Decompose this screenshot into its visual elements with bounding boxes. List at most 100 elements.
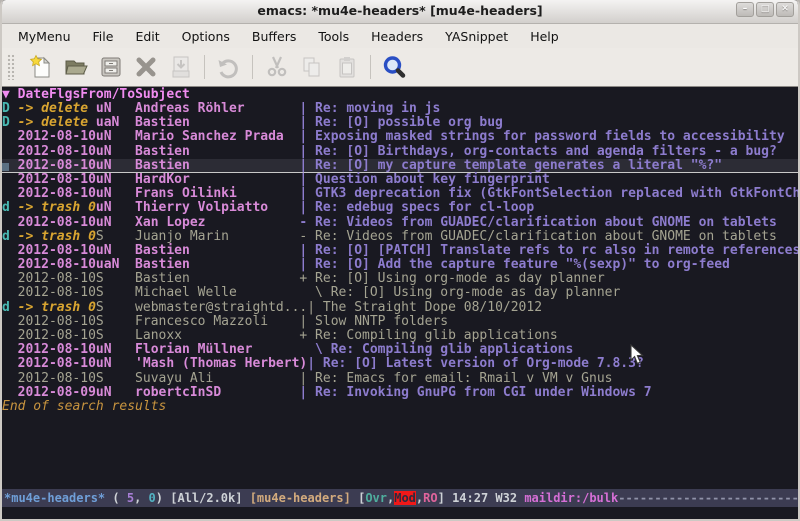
point-cursor [2,163,9,171]
copy-button[interactable] [297,52,327,82]
message-row[interactable]: 2012-08-10SFrancesco Mazzoli| Slow NNTP … [2,315,798,329]
date-cell: 2012-08-10 [18,130,96,144]
menu-options[interactable]: Options [171,26,241,47]
toolbar-grip[interactable] [7,54,16,80]
from-cell: Bastien [135,159,299,173]
from-cell: Florian Müllner [135,343,299,357]
modeline-segment-maildir: maildir:/bulk [524,491,618,505]
new-file-icon [28,54,54,80]
from-cell: Bastien [135,258,299,272]
message-row[interactable]: d-> trash 0uNThierry Volpiatto| Re: edeb… [2,201,798,215]
message-row[interactable]: 2012-08-10uNHardKor| Question about key … [2,173,798,187]
message-row[interactable]: D-> deleteuaNBastien| Re: [O] possible o… [2,116,798,130]
message-row[interactable]: 2012-08-10uNBastien| Re: [O] my capture … [2,159,798,173]
save-as-icon [168,54,194,80]
flags-cell: uN [96,159,135,173]
subject-cell: | Re: [O] Add the capture feature "%(sex… [299,258,729,272]
subject-cell: + Re: [O] Using org-mode as day planner [299,272,604,286]
from-cell: Juanjo Marin [135,230,299,244]
subject-column-header[interactable]: Subject [135,87,190,102]
flags-cell: uN [96,216,135,230]
message-row[interactable]: 2012-08-10uaNBastien| Re: [O] Add the ca… [2,258,798,272]
mark-cell: D [2,102,18,116]
close-buffer-button[interactable] [131,52,161,82]
message-row[interactable]: d-> trash 0Swebmaster@straightd...| The … [2,301,798,315]
message-row[interactable]: 2012-08-10uNXan Lopez- Re: Videos from G… [2,216,798,230]
subject-cell: | Exposing masked strings for password f… [299,130,784,144]
message-row[interactable]: 2012-08-10uN'Mash (Thomas Herbert)| Re: … [2,357,798,371]
cut-icon [264,54,290,80]
echo-area[interactable] [2,507,798,519]
cut-button[interactable] [262,52,292,82]
minimize-button[interactable]: – [736,2,754,17]
message-row[interactable]: 2012-08-10uNFrans Oilinki| GTK3 deprecat… [2,187,798,201]
message-row[interactable]: D-> deleteuNAndreas Röhler| Re: moving i… [2,102,798,116]
subject-cell: | Question about key fingerprint [299,173,549,187]
message-row[interactable]: 2012-08-10uNFlorian Müllner \ Re: Compil… [2,343,798,357]
menu-file[interactable]: File [82,26,125,47]
toolbar-separator [370,55,371,79]
flags-cell: uN [96,201,135,215]
message-row[interactable]: 2012-08-09uNrobertcInSD| Re: Invoking Gn… [2,386,798,400]
paste-icon [334,54,360,80]
flags-cell: uN [96,357,135,371]
menu-buffers[interactable]: Buffers [241,26,307,47]
subject-cell: - Re: Videos from GUADEC/clarification a… [299,230,776,244]
open-folder-button[interactable] [61,52,91,82]
date-cell: 2012-08-10 [18,272,96,286]
date-column-header[interactable]: ▼ Date [2,87,49,102]
titlebar[interactable]: emacs: *mu4e-headers* [mu4e-headers] – □… [2,0,798,24]
from-cell: Bastien [135,272,299,286]
date-cell: 2012-08-10 [18,286,96,300]
subject-cell: | Re: [O] Birthdays, org-contacts and ag… [299,145,776,159]
search-icon [381,54,408,81]
menu-help[interactable]: Help [519,26,570,47]
modeline[interactable]: *mu4e-headers* ( 5, 0) [All/2.0k] [mu4e-… [2,489,798,507]
subject-cell: | Re: moving in js [299,102,440,116]
date-cell: 2012-08-10 [18,216,96,230]
message-row[interactable]: 2012-08-10SBastien+ Re: [O] Using org-mo… [2,272,798,286]
maximize-button[interactable]: □ [756,2,774,17]
flags-cell: S [96,301,135,315]
date-cell: 2012-08-10 [18,357,96,371]
paste-button[interactable] [332,52,362,82]
menu-tools[interactable]: Tools [307,26,360,47]
message-row[interactable]: 2012-08-10uNBastien| Re: [O] Birthdays, … [2,145,798,159]
flags-cell: uN [96,173,135,187]
message-row[interactable]: 2012-08-10SMichael Welle \ Re: [O] Using… [2,286,798,300]
subject-cell: | Re: [O] possible org bug [299,116,503,130]
modeline-segment-ovr: Ovr [365,491,387,505]
undo-button[interactable] [214,52,244,82]
message-row[interactable]: 2012-08-10uNMario Sanchez Prada| Exposin… [2,130,798,144]
new-file-button[interactable] [26,52,56,82]
search-button[interactable] [380,52,410,82]
menu-headers[interactable]: Headers [360,26,434,47]
flags-column-header[interactable]: Flgs [49,87,80,102]
modeline-segment-minor: [mu4e-headers] [250,491,351,505]
mark-cell: D [2,116,18,130]
from-column-header[interactable]: From/To [80,87,135,102]
flags-cell: S [96,372,135,386]
toolbar [2,48,798,87]
modeline-segment-plain: [ [351,491,365,505]
menu-edit[interactable]: Edit [124,26,170,47]
modeline-segment-plain: ) [156,491,170,505]
flags-cell: uN [96,386,135,400]
save-button[interactable] [96,52,126,82]
flags-cell: S [96,329,135,343]
message-row[interactable]: 2012-08-10uNBastien| Re: [O] [PATCH] Tra… [2,244,798,258]
menu-mymenu[interactable]: MyMenu [7,26,82,47]
close-button[interactable]: ✕ [776,2,794,17]
message-row[interactable]: 2012-08-10SLanoxx+ Re: Compiling glib ap… [2,329,798,343]
message-row[interactable]: d-> trash 0SJuanjo Marin- Re: Videos fro… [2,230,798,244]
modeline-segment-dashes: -------------------------------- [618,491,798,505]
save-as-button[interactable] [166,52,196,82]
date-cell: -> trash 0 [18,230,96,244]
menu-yasnippet[interactable]: YASnippet [434,26,519,47]
close-icon: ✕ [781,4,789,14]
date-cell: 2012-08-10 [18,159,96,173]
modeline-segment-n0: 0 [149,491,156,505]
message-row[interactable]: 2012-08-10SSuvayu Ali| Re: Emacs for ema… [2,372,798,386]
flags-cell: uN [96,130,135,144]
from-cell: webmaster@straightd... [135,301,307,315]
